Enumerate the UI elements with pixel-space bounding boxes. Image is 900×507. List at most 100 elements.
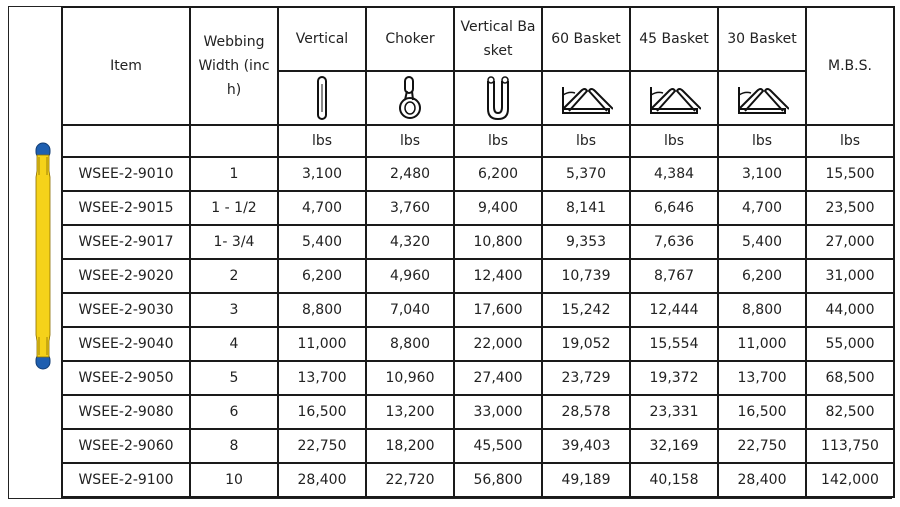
cell-basket-60: 8,141 bbox=[541, 190, 631, 226]
vertical-hitch-icon-cell bbox=[277, 70, 367, 126]
cell-vertical: 16,500 bbox=[277, 394, 367, 430]
cell-basket-45: 4,384 bbox=[629, 156, 719, 192]
cell-basket-30: 22,750 bbox=[717, 428, 807, 464]
cell-vertical-basket: 27,400 bbox=[453, 360, 543, 396]
cell-vertical-basket: 56,800 bbox=[453, 462, 543, 498]
cell-mbs: 31,000 bbox=[805, 258, 895, 294]
cell-basket-45: 40,158 bbox=[629, 462, 719, 498]
cell-choker: 18,200 bbox=[365, 428, 455, 464]
cell-basket-30: 8,800 bbox=[717, 292, 807, 328]
cell-basket-45: 6,646 bbox=[629, 190, 719, 226]
cell-choker: 2,480 bbox=[365, 156, 455, 192]
header-vertical-basket: Vertical Ba sket bbox=[453, 6, 543, 72]
header-vertical: Vertical bbox=[277, 6, 367, 72]
cell-choker: 7,040 bbox=[365, 292, 455, 328]
header-mbs: M.B.S. bbox=[805, 6, 895, 126]
vertical-basket-hitch-icon-cell bbox=[453, 70, 543, 126]
cell-vertical-basket: 12,400 bbox=[453, 258, 543, 294]
cell-basket-60: 23,729 bbox=[541, 360, 631, 396]
cell-choker: 22,720 bbox=[365, 462, 455, 498]
cell-choker: 3,760 bbox=[365, 190, 455, 226]
cell-webbing-width: 1- 3/4 bbox=[189, 224, 279, 260]
vertical-hitch-icon bbox=[317, 76, 327, 120]
table-row: WSEE-2-9050 5 13,700 10,960 27,400 23,729 19,3… bbox=[61, 360, 895, 396]
cell-vertical-basket: 6,200 bbox=[453, 156, 543, 192]
cell-vertical: 13,700 bbox=[277, 360, 367, 396]
table-row: WSEE-2-9080 6 16,500 13,200 33,000 28,578 23,3… bbox=[61, 394, 895, 430]
cell-basket-30: 6,200 bbox=[717, 258, 807, 294]
table-row: WSEE-2-9060 8 22,750 18,200 45,500 39,403 32,1… bbox=[61, 428, 895, 464]
cell-basket-45: 8,767 bbox=[629, 258, 719, 294]
choker-hitch-icon bbox=[399, 76, 421, 119]
header-choker: Choker bbox=[365, 6, 455, 72]
cell-mbs: 113,750 bbox=[805, 428, 895, 464]
table-row: WSEE-2-9015 1 - 1/2 4,700 3,760 9,400 8,141 6,… bbox=[61, 190, 895, 226]
header-60-basket: 60 Basket bbox=[541, 6, 631, 72]
cell-basket-60: 49,189 bbox=[541, 462, 631, 498]
cell-mbs: 44,000 bbox=[805, 292, 895, 328]
table-row: WSEE-2-9100 10 28,400 22,720 56,800 49,189 40,… bbox=[61, 462, 895, 498]
cell-vertical: 5,400 bbox=[277, 224, 367, 260]
vertical-basket-hitch-icon bbox=[487, 76, 509, 121]
basket-45-hitch-icon bbox=[650, 87, 701, 114]
cell-vertical: 28,400 bbox=[277, 462, 367, 498]
cell-item: WSEE-2-9015 bbox=[61, 190, 191, 226]
cell-item: WSEE-2-9017 bbox=[61, 224, 191, 260]
cell-mbs: 142,000 bbox=[805, 462, 895, 498]
basket-45-hitch-icon-cell bbox=[629, 70, 719, 126]
cell-basket-30: 13,700 bbox=[717, 360, 807, 396]
sling-image-column bbox=[8, 6, 62, 499]
cell-vertical: 6,200 bbox=[277, 258, 367, 294]
header-item: Item bbox=[61, 6, 191, 126]
cell-mbs: 82,500 bbox=[805, 394, 895, 430]
table-row: WSEE-2-9017 1- 3/4 5,400 4,320 10,800 9,353 7,… bbox=[61, 224, 895, 260]
cell-webbing-width: 1 - 1/2 bbox=[189, 190, 279, 226]
cell-webbing-width: 4 bbox=[189, 326, 279, 362]
header-30-basket: 30 Basket bbox=[717, 6, 807, 72]
table-row: WSEE-2-9020 2 6,200 4,960 12,400 10,739 8,767 6… bbox=[61, 258, 895, 294]
table-row: WSEE-2-9040 4 11,000 8,800 22,000 19,052 15,55… bbox=[61, 326, 895, 362]
cell-item: WSEE-2-9020 bbox=[61, 258, 191, 294]
basket-30-hitch-icon bbox=[738, 87, 789, 114]
cell-vertical: 4,700 bbox=[277, 190, 367, 226]
cell-basket-45: 15,554 bbox=[629, 326, 719, 362]
cell-basket-60: 10,739 bbox=[541, 258, 631, 294]
cell-choker: 4,960 bbox=[365, 258, 455, 294]
cell-item: WSEE-2-9060 bbox=[61, 428, 191, 464]
cell-item: WSEE-2-9040 bbox=[61, 326, 191, 362]
cell-webbing-width: 1 bbox=[189, 156, 279, 192]
cell-vertical: 8,800 bbox=[277, 292, 367, 328]
unit-choker: lbs bbox=[365, 124, 455, 158]
cell-webbing-width: 2 bbox=[189, 258, 279, 294]
sling-capacity-table: Item Webbing Width (inc h) Vertical Chok… bbox=[61, 6, 895, 498]
header-45-basket: 45 Basket bbox=[629, 6, 719, 72]
unit-vertical-basket: lbs bbox=[453, 124, 543, 158]
cell-basket-60: 15,242 bbox=[541, 292, 631, 328]
cell-basket-60: 39,403 bbox=[541, 428, 631, 464]
cell-basket-45: 7,636 bbox=[629, 224, 719, 260]
cell-mbs: 68,500 bbox=[805, 360, 895, 396]
cell-basket-30: 4,700 bbox=[717, 190, 807, 226]
cell-mbs: 55,000 bbox=[805, 326, 895, 362]
cell-basket-60: 19,052 bbox=[541, 326, 631, 362]
cell-vertical-basket: 33,000 bbox=[453, 394, 543, 430]
cell-vertical-basket: 22,000 bbox=[453, 326, 543, 362]
cell-basket-30: 3,100 bbox=[717, 156, 807, 192]
choker-hitch-icon-cell bbox=[365, 70, 455, 126]
cell-vertical: 3,100 bbox=[277, 156, 367, 192]
cell-vertical-basket: 9,400 bbox=[453, 190, 543, 226]
table-row: WSEE-2-9030 3 8,800 7,040 17,600 15,242 12,444… bbox=[61, 292, 895, 328]
cell-basket-30: 28,400 bbox=[717, 462, 807, 498]
cell-basket-60: 9,353 bbox=[541, 224, 631, 260]
table-row: WSEE-2-9010 1 3,100 2,480 6,200 5,370 4,384 3,1… bbox=[61, 156, 895, 192]
cell-choker: 8,800 bbox=[365, 326, 455, 362]
cell-choker: 4,320 bbox=[365, 224, 455, 260]
cell-choker: 13,200 bbox=[365, 394, 455, 430]
cell-item: WSEE-2-9030 bbox=[61, 292, 191, 328]
cell-item: WSEE-2-9100 bbox=[61, 462, 191, 498]
cell-basket-45: 23,331 bbox=[629, 394, 719, 430]
unit-mbs: lbs bbox=[805, 124, 895, 158]
cell-item: WSEE-2-9010 bbox=[61, 156, 191, 192]
unit-vertical: lbs bbox=[277, 124, 367, 158]
unit-empty-width bbox=[189, 124, 279, 158]
